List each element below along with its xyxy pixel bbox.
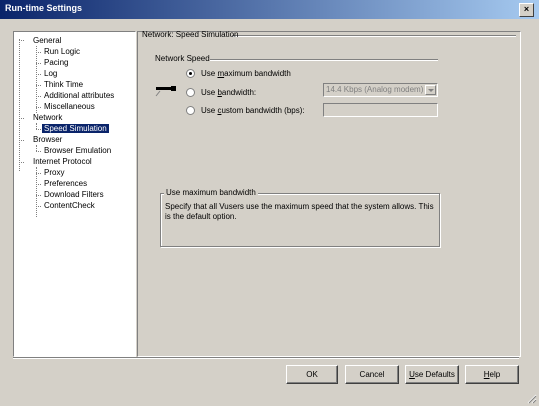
radio-bandwidth[interactable] bbox=[186, 88, 195, 97]
tree-item-think-time[interactable]: Think Time bbox=[44, 80, 83, 90]
tree-connector bbox=[36, 129, 41, 130]
help-button[interactable]: Help bbox=[465, 365, 519, 384]
bandwidth-label[interactable]: Use bandwidth: bbox=[201, 88, 256, 98]
network-speed-rule bbox=[210, 59, 438, 61]
radio-custom-bandwidth[interactable] bbox=[186, 106, 195, 115]
panel-title: Network: Speed Simulation bbox=[142, 30, 239, 39]
ok-button[interactable]: OK bbox=[286, 365, 338, 384]
tree-item-browser[interactable]: Browser bbox=[33, 135, 62, 145]
max-bandwidth-label[interactable]: Use maximum bandwidth bbox=[201, 69, 291, 79]
resize-grip-icon[interactable] bbox=[526, 393, 537, 404]
tree-item-additional-attributes[interactable]: Additional attributes bbox=[44, 91, 114, 101]
tree-connector bbox=[36, 52, 41, 53]
window-title: Run-time Settings bbox=[5, 3, 83, 13]
tree-branch-line bbox=[36, 167, 37, 217]
tree-item-network[interactable]: Network bbox=[33, 113, 62, 123]
tree-connector bbox=[36, 63, 41, 64]
tree-connector bbox=[36, 173, 41, 174]
tree-connector bbox=[36, 96, 41, 97]
tree-item-run-logic[interactable]: Run Logic bbox=[44, 47, 80, 57]
tree-item-preferences[interactable]: Preferences bbox=[44, 179, 87, 189]
use-defaults-button[interactable]: Use Defaults bbox=[405, 365, 459, 384]
close-button[interactable]: × bbox=[519, 3, 534, 17]
tree-root-line bbox=[19, 39, 20, 171]
tree-item-browser-emulation[interactable]: Browser Emulation bbox=[44, 146, 111, 156]
tree-connector bbox=[36, 184, 41, 185]
custom-bandwidth-label[interactable]: Use custom bandwidth (bps): bbox=[201, 106, 305, 116]
bandwidth-select-value: 14.4 Kbps (Analog modem) bbox=[326, 85, 424, 94]
panel-title-rule bbox=[232, 35, 516, 37]
tree-item-general[interactable]: General bbox=[33, 36, 61, 46]
network-speed-label: Network Speed bbox=[155, 54, 210, 63]
title-bar: Run-time Settings × bbox=[0, 0, 539, 19]
tree-connector bbox=[36, 107, 41, 108]
selected-tree-label: Speed Simulation bbox=[42, 124, 109, 133]
button-separator bbox=[13, 357, 519, 359]
tree-branch-line bbox=[36, 46, 37, 113]
tree-item-proxy[interactable]: Proxy bbox=[44, 168, 64, 178]
tree-connector bbox=[36, 85, 41, 86]
tree-item-log[interactable]: Log bbox=[44, 69, 57, 79]
tree-item-pacing[interactable]: Pacing bbox=[44, 58, 68, 68]
description-text: Specify that all Vusers use the maximum … bbox=[165, 202, 434, 221]
description-title: Use maximum bandwidth bbox=[164, 188, 258, 198]
tree-connector bbox=[36, 151, 41, 152]
tree-item-miscellaneous[interactable]: Miscellaneous bbox=[44, 102, 95, 112]
tree-connector bbox=[36, 206, 41, 207]
radio-max-bandwidth[interactable] bbox=[186, 69, 195, 78]
custom-bandwidth-input[interactable] bbox=[323, 103, 438, 117]
cancel-button[interactable]: Cancel bbox=[345, 365, 399, 384]
tree-connector bbox=[19, 40, 24, 41]
tree-connector bbox=[19, 140, 24, 141]
tree-connector bbox=[19, 118, 24, 119]
tree-item-contentcheck[interactable]: ContentCheck bbox=[44, 201, 95, 211]
tree-connector bbox=[19, 162, 24, 163]
tree-connector bbox=[36, 74, 41, 75]
tree-item-download-filters[interactable]: Download Filters bbox=[44, 190, 104, 200]
modem-cable-icon bbox=[155, 86, 176, 97]
tree-item-internet-protocol[interactable]: Internet Protocol bbox=[33, 157, 92, 167]
chevron-down-icon[interactable] bbox=[425, 85, 436, 95]
settings-tree[interactable]: General Run Logic Pacing Log Think Time … bbox=[13, 31, 136, 357]
tree-connector bbox=[36, 195, 41, 196]
tree-item-speed-simulation[interactable]: Speed Simulation bbox=[42, 124, 109, 134]
bandwidth-select[interactable]: 14.4 Kbps (Analog modem) bbox=[323, 83, 438, 97]
